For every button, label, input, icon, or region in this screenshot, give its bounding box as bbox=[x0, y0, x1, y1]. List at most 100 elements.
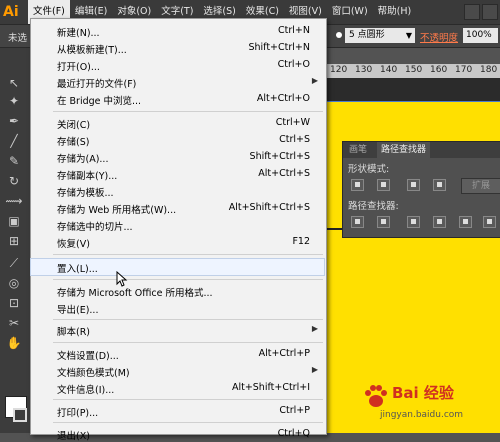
menu-help[interactable]: 帮助(H) bbox=[373, 0, 417, 24]
opacity-label[interactable]: 不透明度 bbox=[420, 30, 458, 44]
menu-separator bbox=[53, 319, 323, 320]
menu-item-save-copy[interactable]: 存储副本(Y)... Alt+Ctrl+S bbox=[31, 166, 324, 182]
tab-pathfinder[interactable]: 路径查找器 bbox=[377, 142, 431, 158]
ruler-label: 160 bbox=[430, 65, 448, 75]
menu-item-browse-bridge[interactable]: 在 Bridge 中浏览... Alt+Ctrl+O bbox=[31, 91, 324, 107]
menu-item-file-info[interactable]: 文件信息(I)... Alt+Shift+Ctrl+I bbox=[31, 380, 324, 396]
menu-item-shortcut: Shift+Ctrl+S bbox=[249, 151, 310, 162]
menu-item-shortcut: Alt+Shift+Ctrl+S bbox=[228, 202, 310, 213]
menu-item-label: 存储(S) bbox=[57, 137, 90, 148]
menu-item-save[interactable]: 存储(S) Ctrl+S bbox=[31, 132, 324, 148]
pen-tool-icon[interactable]: ✒ bbox=[5, 112, 23, 130]
file-menu-dropdown: 新建(N)... Ctrl+N 从模板新建(T)... Shift+Ctrl+N… bbox=[30, 18, 327, 442]
menu-item-label: 从模板新建(T)... bbox=[57, 45, 127, 56]
menu-item-open[interactable]: 打开(O)... Ctrl+O bbox=[31, 57, 324, 73]
menu-item-label: 导出(E)... bbox=[57, 305, 99, 316]
menu-window[interactable]: 窗口(W) bbox=[327, 0, 373, 24]
menu-item-document-color-mode[interactable]: 文档颜色模式(M) ▶ bbox=[31, 363, 324, 379]
menu-item-save-for-web[interactable]: 存储为 Web 所用格式(W)... Alt+Shift+Ctrl+S bbox=[31, 200, 324, 216]
menu-item-shortcut: Ctrl+Q bbox=[277, 428, 310, 439]
exclude-button[interactable] bbox=[433, 179, 446, 191]
menu-item-save-template[interactable]: 存储为模板... bbox=[31, 183, 324, 199]
outline-button[interactable] bbox=[459, 216, 472, 228]
crop-button[interactable] bbox=[433, 216, 446, 228]
menu-item-open-recent[interactable]: 最近打开的文件(F) ▶ bbox=[31, 74, 324, 90]
menu-item-document-setup[interactable]: 文档设置(D)... Alt+Ctrl+P bbox=[31, 346, 324, 362]
menu-item-shortcut: Alt+Ctrl+O bbox=[256, 93, 310, 104]
symbol-sprayer-icon[interactable]: ◎ bbox=[5, 274, 23, 292]
canvas-pasteboard bbox=[325, 78, 500, 101]
menu-item-shortcut: Ctrl+O bbox=[277, 59, 310, 70]
line-tool-icon[interactable]: ╱ bbox=[5, 132, 23, 150]
pencil-tool-icon[interactable]: ✎ bbox=[5, 152, 23, 170]
tab-brushes[interactable]: 画笔 bbox=[345, 142, 371, 158]
menu-item-label: 文档颜色模式(M) bbox=[57, 368, 130, 379]
menu-item-label: 文档设置(D)... bbox=[57, 351, 119, 362]
trim-button[interactable] bbox=[377, 216, 390, 228]
menu-item-shortcut: Shift+Ctrl+N bbox=[248, 42, 310, 53]
menu-item-new-from-template[interactable]: 从模板新建(T)... Shift+Ctrl+N bbox=[31, 40, 324, 56]
opacity-input[interactable]: 100% bbox=[463, 28, 498, 43]
menu-item-close[interactable]: 关闭(C) Ctrl+W bbox=[31, 115, 324, 131]
chevron-down-icon: ▼ bbox=[405, 31, 412, 40]
mesh-tool-icon[interactable]: ⊞ bbox=[5, 232, 23, 250]
menu-separator bbox=[53, 342, 323, 343]
menu-item-scripts[interactable]: 脚本(R) ▶ bbox=[31, 322, 324, 338]
expand-button[interactable]: 扩展 bbox=[461, 178, 500, 194]
ruler-label: 120 bbox=[330, 65, 348, 75]
menu-item-label: 置入(L)... bbox=[57, 264, 98, 275]
menu-item-revert[interactable]: 恢复(V) F12 bbox=[31, 234, 324, 250]
menu-item-export[interactable]: 导出(E)... bbox=[31, 300, 324, 316]
width-tool-icon[interactable]: ⟿ bbox=[5, 192, 23, 210]
ruler-label: 180 bbox=[480, 65, 498, 75]
ruler-label: 130 bbox=[355, 65, 373, 75]
menu-item-label: 恢复(V) bbox=[57, 239, 90, 250]
selection-status: 未选 bbox=[8, 33, 28, 44]
menu-item-label: 脚本(R) bbox=[57, 327, 91, 338]
menu-item-exit[interactable]: 退出(X) Ctrl+Q bbox=[31, 426, 324, 442]
stroke-swatch[interactable] bbox=[13, 408, 27, 422]
tool-panel: ↖ ✦ ✒ ╱ ✎ ↻ ⟿ ▣ ⊞ ⟋ ◎ ⊡ ✂ ✋ bbox=[0, 48, 31, 433]
mouse-cursor-icon bbox=[116, 271, 128, 287]
rotate-tool-icon[interactable]: ↻ bbox=[5, 172, 23, 190]
menu-item-save-slices[interactable]: 存储选中的切片... bbox=[31, 217, 324, 233]
minus-front-button[interactable] bbox=[377, 179, 390, 191]
menu-item-new[interactable]: 新建(N)... Ctrl+N bbox=[31, 23, 324, 39]
hand-tool-icon[interactable]: ✋ bbox=[5, 334, 23, 352]
divide-button[interactable] bbox=[351, 216, 364, 228]
unite-button[interactable] bbox=[351, 179, 364, 191]
menu-item-label: 最近打开的文件(F) bbox=[57, 79, 137, 90]
eyedropper-icon[interactable]: ⟋ bbox=[5, 254, 23, 272]
menu-item-label: 存储为模板... bbox=[57, 188, 114, 199]
menu-item-place[interactable]: 置入(L)... bbox=[30, 258, 325, 276]
pathfinder-panel: 画笔 路径查找器 形状模式: 扩展 路径查找器: bbox=[342, 141, 500, 238]
magic-wand-icon[interactable]: ✦ bbox=[5, 92, 23, 110]
ruler-label: 150 bbox=[405, 65, 423, 75]
menu-item-label: 存储副本(Y)... bbox=[57, 171, 118, 182]
ruler-label: 170 bbox=[455, 65, 473, 75]
minus-back-button[interactable] bbox=[483, 216, 496, 228]
menu-item-shortcut: Ctrl+P bbox=[279, 405, 310, 416]
menu-separator bbox=[53, 422, 323, 423]
menu-item-shortcut: Ctrl+S bbox=[279, 134, 310, 145]
bridge-button[interactable] bbox=[464, 4, 480, 20]
merge-button[interactable] bbox=[407, 216, 420, 228]
menu-item-save-office[interactable]: 存储为 Microsoft Office 所用格式... bbox=[31, 283, 324, 299]
arrange-button[interactable] bbox=[482, 4, 498, 20]
menu-separator bbox=[53, 399, 323, 400]
slice-tool-icon[interactable]: ✂ bbox=[5, 314, 23, 332]
brush-size-select[interactable]: 5 点圆形 ▼ bbox=[345, 28, 415, 43]
menu-item-label: 存储为 Microsoft Office 所用格式... bbox=[57, 288, 213, 299]
shape-modes-label: 形状模式: bbox=[348, 164, 390, 175]
menu-item-shortcut: Ctrl+N bbox=[278, 25, 310, 36]
ruler-label: 140 bbox=[380, 65, 398, 75]
intersect-button[interactable] bbox=[407, 179, 420, 191]
menu-item-save-as[interactable]: 存储为(A)... Shift+Ctrl+S bbox=[31, 149, 324, 165]
menu-item-label: 存储选中的切片... bbox=[57, 222, 133, 233]
watermark: Bai 经验 jingyan.baidu.com bbox=[362, 380, 497, 430]
artboard-tool-icon[interactable]: ⊡ bbox=[5, 294, 23, 312]
menu-item-label: 文件信息(I)... bbox=[57, 385, 115, 396]
shape-builder-icon[interactable]: ▣ bbox=[5, 212, 23, 230]
menu-item-print[interactable]: 打印(P)... Ctrl+P bbox=[31, 403, 324, 419]
selection-tool-icon[interactable]: ↖ bbox=[5, 74, 23, 92]
